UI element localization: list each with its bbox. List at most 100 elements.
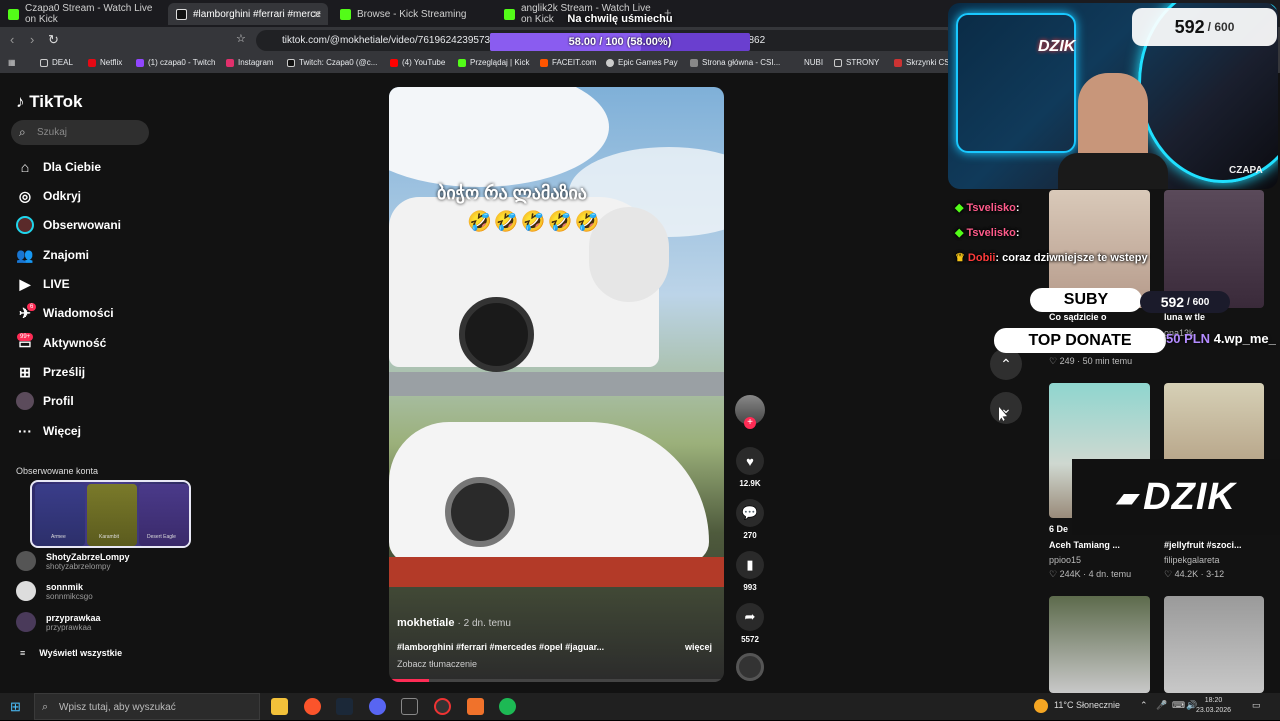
skin-slot: Desert Eagle	[139, 484, 189, 546]
thumbnail-user[interactable]: ppioo15	[1049, 555, 1081, 565]
followed-account[interactable]: sonnmik sonnmikcsgo	[16, 581, 93, 601]
white-sports-car	[389, 422, 709, 562]
suv-wheel	[459, 297, 534, 372]
chat-message: ◆ Tsvelisko:	[955, 202, 1020, 214]
discord-icon[interactable]	[369, 698, 386, 715]
chat-message: ♛ Dobii: coraz dziwniejsze te wstepy	[955, 252, 1148, 264]
video-player[interactable]: ბიჭო რა ლამაზია 🤣🤣🤣🤣🤣 mokhetiale · 2 dn.…	[389, 87, 724, 682]
list-icon: ≡	[20, 648, 26, 658]
bookmark-star-icon[interactable]: ☆	[236, 32, 246, 45]
followed-account[interactable]: ShotyZabrzeLompy shotyzabrzelompy	[16, 551, 130, 571]
bookmark-item[interactable]: Epic Games Pay	[606, 58, 678, 67]
avatar	[16, 612, 36, 632]
nav-for-you[interactable]: ⌂ Dla Ciebie	[16, 157, 101, 177]
nav-upload[interactable]: ⊞ Prześlij	[16, 362, 85, 382]
followed-account[interactable]: przyprawkaa przyprawkaa	[16, 612, 101, 632]
bookmark-item[interactable]: Netflix	[88, 58, 122, 67]
chat-badge-icon: ◆	[955, 202, 967, 214]
translate-link[interactable]: Zobacz tłumaczenie	[397, 659, 477, 669]
video-progress-bar[interactable]	[389, 679, 724, 682]
forward-icon[interactable]: ›	[30, 32, 34, 47]
bookmark-item[interactable]: NUBI	[804, 58, 823, 67]
network-icon[interactable]: ⌨	[1172, 700, 1185, 711]
video-thumbnail[interactable]	[1164, 596, 1264, 693]
next-video-button[interactable]: ⌄	[990, 392, 1022, 424]
knife-skin-overlay: Armee Karambit Desert Eagle	[30, 480, 191, 548]
bookmark-item[interactable]: Skrzynki CS...	[894, 58, 956, 67]
file-explorer-icon[interactable]	[271, 698, 288, 715]
follow-plus-icon[interactable]: +	[744, 417, 756, 429]
author-avatar[interactable]: +	[734, 395, 766, 429]
save-button[interactable]: ▮ 993	[734, 551, 766, 592]
music-disc[interactable]	[734, 653, 766, 681]
trailer-rear	[389, 557, 724, 587]
live-icon: ▶	[19, 275, 31, 292]
close-tab-icon[interactable]: ✕	[313, 8, 322, 21]
steam-icon[interactable]	[336, 698, 353, 715]
notification-icon[interactable]: ▭	[1252, 700, 1261, 711]
video-progress-fill	[389, 679, 430, 682]
apps-icon[interactable]: ▦	[8, 58, 16, 67]
chevron-up-icon: ⌃	[1000, 355, 1012, 372]
microphone-icon[interactable]: 🎤	[1156, 700, 1167, 711]
bookmark-item[interactable]: Strona główna - CSI...	[690, 58, 780, 67]
bookmark-item[interactable]: (4) YouTube	[390, 58, 445, 67]
share-button[interactable]: ➦ 5572	[734, 603, 766, 644]
nav-live[interactable]: ▶ LIVE	[16, 274, 70, 294]
tiktok-icon	[176, 8, 187, 20]
nav-explore[interactable]: ◎ Odkryj	[16, 186, 81, 206]
thumbnail-user[interactable]: filipekgalareta	[1164, 555, 1220, 565]
nav-more[interactable]: ··· Więcej	[16, 421, 81, 441]
avatar	[16, 551, 36, 571]
show-all-button[interactable]: ≡ Wyświetl wszystkie	[20, 648, 122, 658]
bookmark-item[interactable]: Przeglądaj | Kick	[458, 58, 529, 67]
tab-czapa-stream[interactable]: Czapa0 Stream - Watch Live on Kick	[0, 3, 165, 25]
kick-icon	[8, 8, 19, 20]
nav-profile[interactable]: Profil	[16, 391, 74, 411]
thumbnail-caption[interactable]: Co sądzicie o	[1049, 312, 1107, 322]
tab-tiktok-video[interactable]: #lamborghini #ferrari #merce ✕	[168, 3, 328, 25]
thumbnail-caption[interactable]: 6 De	[1049, 524, 1068, 534]
nav-following[interactable]: Obserwowani	[16, 215, 121, 235]
thumbnail-caption[interactable]: #jellyfruit #szoci...	[1164, 540, 1242, 550]
tab-kick-browse[interactable]: Browse - Kick Streaming	[332, 3, 492, 25]
bookmark-item[interactable]: FACEIT.com	[540, 58, 596, 67]
brave-icon[interactable]	[304, 698, 321, 715]
tray-arrow-icon[interactable]: ⌃	[1140, 700, 1148, 711]
bookmark-item[interactable]: Twitch: Czapa0 (@c...	[287, 58, 377, 67]
bookmark-item[interactable]: (1) czapa0 - Twitch	[136, 58, 215, 67]
search-icon: ⌕	[42, 701, 49, 713]
kick-icon	[504, 8, 515, 20]
epic-games-icon[interactable]	[401, 698, 418, 715]
reload-icon[interactable]: ↻	[48, 32, 59, 48]
obs-icon[interactable]	[434, 698, 451, 715]
bookmark-item[interactable]: Instagram	[226, 58, 274, 67]
trailer-deck	[389, 372, 724, 396]
video-author[interactable]: mokhetiale · 2 dn. temu	[397, 617, 511, 629]
share-icon: ➦	[736, 603, 764, 631]
windows-start-icon[interactable]: ⊞	[10, 699, 21, 715]
thumbnail-caption[interactable]: Aceh Tamiang ...	[1049, 540, 1120, 550]
back-icon[interactable]: ‹	[10, 32, 14, 47]
boar-icon: ▰	[1116, 481, 1138, 512]
spotify-icon[interactable]	[499, 698, 516, 715]
app-icon[interactable]	[467, 698, 484, 715]
like-button[interactable]: ♥ 12.9K	[734, 447, 766, 488]
more-button[interactable]: więcej	[685, 642, 712, 652]
taskbar-clock[interactable]: 18:20 23.03.2026	[1196, 696, 1231, 716]
goal-title: Na chwilę uśmiechu	[567, 13, 673, 25]
top-donate-label: TOP DONATE	[994, 328, 1166, 353]
comment-button[interactable]: 💬 270	[734, 499, 766, 540]
bookmark-item[interactable]: DEAL	[40, 58, 73, 67]
video-thumbnail[interactable]	[1164, 383, 1264, 463]
nav-friends[interactable]: 👥 Znajomi	[16, 245, 89, 265]
tiktok-logo[interactable]: ♪ TikTok	[16, 92, 82, 112]
thumbnail-caption[interactable]: luna w tle	[1164, 312, 1205, 322]
streamer-shirt	[1058, 153, 1168, 189]
bookmark-item[interactable]: STRONY	[834, 58, 879, 67]
weather-text[interactable]: 11°C Słonecznie	[1054, 700, 1120, 710]
video-hashtags[interactable]: #lamborghini #ferrari #mercedes #opel #j…	[397, 642, 604, 652]
search-input[interactable]: ⌕ Szukaj	[11, 120, 149, 145]
video-thumbnail[interactable]	[1049, 596, 1150, 693]
taskbar-search-input[interactable]: ⌕ Wpisz tutaj, aby wyszukać	[34, 693, 260, 720]
